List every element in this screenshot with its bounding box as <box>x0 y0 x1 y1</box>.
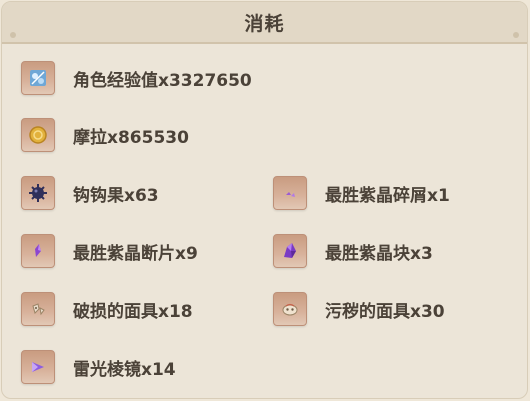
header-ornament-left <box>10 32 16 38</box>
panel-title: 消耗 <box>244 12 285 35</box>
material-item-mora: 摩拉x865530 <box>21 117 189 153</box>
stained-mask-icon <box>273 292 307 326</box>
material-item-amethyst-chunk: 最胜紫晶块x3 <box>273 233 433 269</box>
mora-coin-icon <box>21 118 55 152</box>
material-item-hook-fruit: 钩钩果x63 <box>21 175 159 211</box>
hook-fruit-icon <box>21 176 55 210</box>
material-item-damaged-mask: 破损的面具x18 <box>21 291 193 327</box>
material-label: 最胜紫晶断片x9 <box>73 243 198 264</box>
header-ornament-right <box>513 32 519 38</box>
material-item-stained-mask: 污秽的面具x30 <box>273 291 445 327</box>
lightning-prism-icon <box>21 350 55 384</box>
material-label: 最胜紫晶块x3 <box>325 243 433 264</box>
material-item-amethyst-fragment: 最胜紫晶断片x9 <box>21 233 198 269</box>
panel-header: 消耗 <box>2 2 527 44</box>
damaged-mask-icon <box>21 292 55 326</box>
amethyst-fragment-icon <box>21 234 55 268</box>
amethyst-chunk-icon <box>273 234 307 268</box>
material-label: 污秽的面具x30 <box>325 301 445 322</box>
consumption-panel: 消耗 角色经验值x3327650 摩拉x865530 钩钩果x63 最胜紫晶碎屑… <box>1 1 528 399</box>
character-exp-icon <box>21 61 55 95</box>
material-label: 钩钩果x63 <box>73 185 159 206</box>
material-label: 角色经验值x3327650 <box>73 70 252 91</box>
amethyst-sliver-icon <box>273 176 307 210</box>
material-label: 雷光棱镜x14 <box>73 359 176 380</box>
material-item-lightning-prism: 雷光棱镜x14 <box>21 349 176 385</box>
material-label: 最胜紫晶碎屑x1 <box>325 185 450 206</box>
material-label: 破损的面具x18 <box>73 301 193 322</box>
material-item-amethyst-sliver: 最胜紫晶碎屑x1 <box>273 175 450 211</box>
material-item-character-exp: 角色经验值x3327650 <box>21 60 252 96</box>
material-label: 摩拉x865530 <box>73 127 189 148</box>
